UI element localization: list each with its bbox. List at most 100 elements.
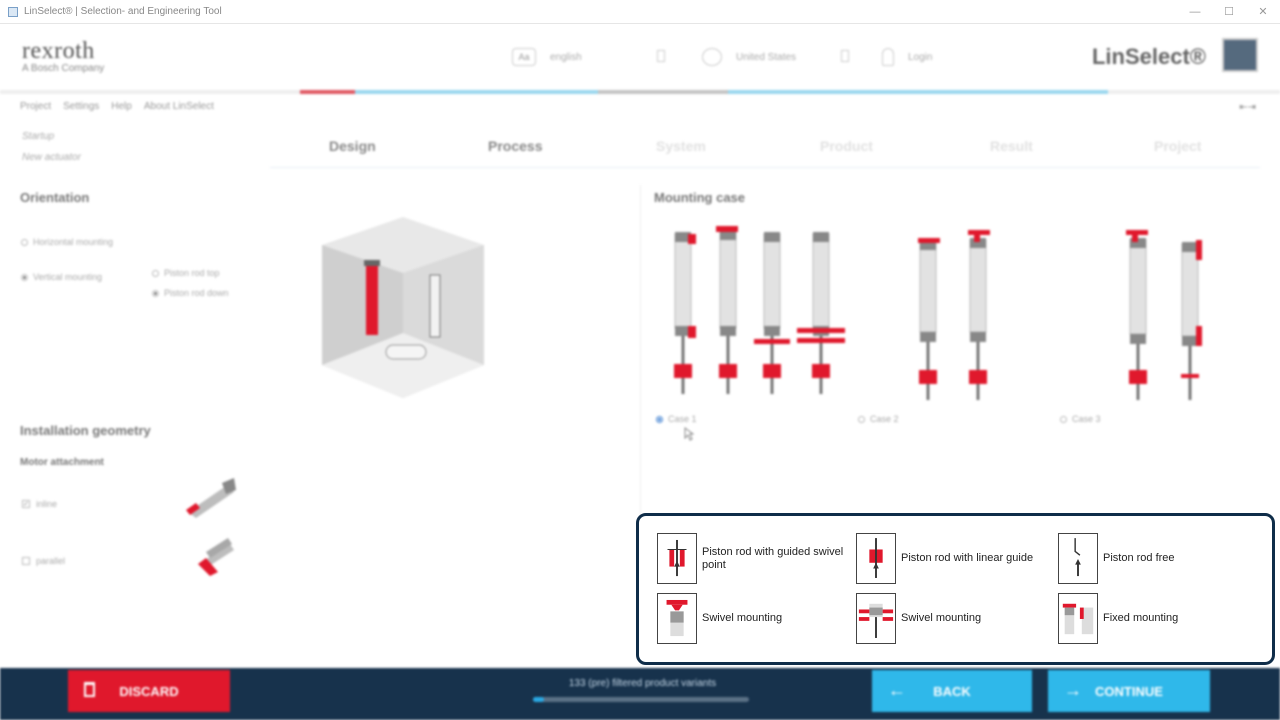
legend-label: Piston rod with linear guide bbox=[901, 552, 1034, 564]
back-label: BACK bbox=[933, 683, 971, 699]
window-controls: — ☐ ✕ bbox=[1178, 0, 1280, 24]
case-3-radio[interactable]: Case 3 bbox=[1060, 414, 1101, 424]
filtered-variants-text: 133 (pre) filtered product variants bbox=[568, 678, 717, 689]
mounting-case-diagrams bbox=[674, 226, 1202, 400]
login-link[interactable]: Login bbox=[882, 48, 932, 66]
window-title: LinSelect® | Selection- and Engineering … bbox=[24, 6, 222, 17]
app-icon bbox=[8, 6, 18, 17]
case-3-label: Case 3 bbox=[1072, 414, 1101, 424]
legend-label: Swivel mounting bbox=[702, 612, 783, 624]
country-label: United States bbox=[736, 51, 797, 63]
inline-motor-illustration bbox=[186, 478, 236, 518]
step-navigation: Design Process System Product Result Pro… bbox=[270, 130, 1260, 168]
legend-item: Piston rod with linear guide bbox=[856, 533, 1046, 584]
language-label: english bbox=[550, 51, 582, 63]
arrow-right-icon: → bbox=[1064, 680, 1082, 700]
legend-item: Swivel mounting bbox=[657, 593, 847, 644]
app-header: rexroth A Bosch Company Aa english Unite… bbox=[0, 24, 1280, 90]
vertical-mounting-radio[interactable]: Vertical mounting bbox=[21, 272, 102, 282]
mounting-legend-panel: Piston rod with guided swivel point Pist… bbox=[636, 513, 1275, 665]
menu-about[interactable]: About LinSelect bbox=[144, 101, 214, 112]
discard-button[interactable]: DISCARD bbox=[68, 670, 230, 712]
legend-item: Piston rod with guided swivel point bbox=[657, 533, 847, 584]
arrow-left-icon: ← bbox=[888, 680, 906, 700]
mouse-cursor-icon bbox=[684, 427, 694, 441]
breadcrumb-startup[interactable]: Startup bbox=[22, 126, 81, 147]
fixed-mounting-icon bbox=[1058, 593, 1098, 644]
step-project: Project bbox=[1154, 138, 1202, 154]
case-2-label: Case 2 bbox=[870, 414, 899, 424]
brand-name: rexroth bbox=[22, 38, 95, 64]
step-process[interactable]: Process bbox=[488, 138, 542, 154]
close-button[interactable]: ✕ bbox=[1246, 0, 1280, 24]
menu-project[interactable]: Project bbox=[20, 101, 51, 112]
step-result: Result bbox=[990, 138, 1033, 154]
swivel-mounting-top-icon bbox=[657, 593, 697, 644]
trash-icon bbox=[84, 682, 95, 697]
piston-rod-down-radio[interactable]: Piston rod down bbox=[152, 288, 229, 298]
parallel-checkbox[interactable]: parallel bbox=[22, 556, 65, 566]
header-colorbar bbox=[0, 90, 1280, 94]
case-2-radio[interactable]: Case 2 bbox=[858, 414, 899, 424]
motor-attachment-title: Motor attachment bbox=[20, 457, 104, 468]
parallel-motor-illustration bbox=[198, 538, 234, 576]
horizontal-mounting-radio[interactable]: Horizontal mounting bbox=[21, 237, 113, 247]
main-menu: Project Settings Help About LinSelect bbox=[20, 101, 214, 112]
discard-label: DISCARD bbox=[119, 683, 179, 699]
step-product: Product bbox=[820, 138, 873, 154]
language-selector[interactable]: Aa english bbox=[512, 48, 582, 66]
breadcrumb-new-actuator: New actuator bbox=[22, 152, 81, 163]
parallel-label: parallel bbox=[36, 556, 66, 566]
legend-label: Fixed mounting bbox=[1103, 612, 1179, 624]
legend-item: Piston rod free bbox=[1058, 533, 1248, 584]
installation-geometry-title: Installation geometry bbox=[20, 423, 151, 438]
vertical-mounting-label: Vertical mounting bbox=[33, 272, 103, 282]
orientation-title: Orientation bbox=[20, 190, 90, 205]
orientation-cube-illustration bbox=[322, 217, 484, 398]
menu-settings[interactable]: Settings bbox=[63, 101, 99, 112]
piston-free-icon bbox=[1058, 533, 1098, 584]
mounting-case-title: Mounting case bbox=[654, 190, 746, 205]
globe-icon bbox=[702, 48, 722, 66]
inline-label: inline bbox=[36, 499, 58, 509]
case-1-radio[interactable]: Case 1 bbox=[656, 414, 697, 424]
product-badge-icon bbox=[1222, 38, 1258, 72]
step-system: System bbox=[656, 138, 706, 154]
login-label: Login bbox=[908, 51, 933, 63]
variants-progress-fill bbox=[533, 697, 544, 702]
window-titlebar: LinSelect® | Selection- and Engineering … bbox=[0, 0, 1280, 24]
back-button[interactable]: ← BACK bbox=[872, 670, 1032, 712]
variants-progress-bar bbox=[533, 697, 749, 702]
collapse-icon[interactable]: ⇤⇥ bbox=[1239, 102, 1256, 113]
legend-label: Piston rod free bbox=[1103, 552, 1175, 564]
user-icon bbox=[882, 48, 894, 66]
breadcrumb: Startup New actuator bbox=[22, 126, 81, 168]
continue-label: CONTINUE bbox=[1095, 683, 1163, 699]
product-name: LinSelect® bbox=[1091, 44, 1206, 69]
legend-label: Swivel mounting bbox=[901, 612, 982, 624]
brand-logo: rexroth A Bosch Company bbox=[22, 38, 104, 74]
legend-item: Swivel mounting bbox=[856, 593, 1046, 644]
brand-tagline: A Bosch Company bbox=[22, 63, 105, 74]
horizontal-mounting-label: Horizontal mounting bbox=[33, 237, 114, 247]
step-design[interactable]: Design bbox=[329, 138, 376, 154]
continue-button[interactable]: → CONTINUE bbox=[1048, 670, 1210, 712]
footer-bar: DISCARD 133 (pre) filtered product varia… bbox=[0, 668, 1280, 720]
menu-help[interactable]: Help bbox=[111, 101, 132, 112]
piston-rod-top-label: Piston rod top bbox=[164, 268, 220, 278]
country-selector[interactable]: United States bbox=[702, 48, 796, 66]
legend-item: Fixed mounting bbox=[1058, 593, 1248, 644]
country-dropdown-icon[interactable] bbox=[841, 50, 849, 62]
guided-swivel-point-icon bbox=[657, 533, 697, 584]
linear-guide-icon bbox=[856, 533, 896, 584]
case-1-label: Case 1 bbox=[668, 414, 697, 424]
piston-rod-top-radio[interactable]: Piston rod top bbox=[152, 268, 220, 278]
language-dropdown-icon[interactable] bbox=[657, 50, 665, 62]
language-icon: Aa bbox=[512, 48, 536, 66]
maximize-button[interactable]: ☐ bbox=[1212, 0, 1246, 24]
piston-rod-down-label: Piston rod down bbox=[164, 288, 229, 298]
swivel-mounting-mid-icon bbox=[856, 593, 896, 644]
inline-checkbox[interactable]: ✓ inline bbox=[22, 499, 57, 509]
minimize-button[interactable]: — bbox=[1178, 0, 1212, 24]
legend-label: Piston rod with guided swivel point bbox=[702, 545, 844, 571]
